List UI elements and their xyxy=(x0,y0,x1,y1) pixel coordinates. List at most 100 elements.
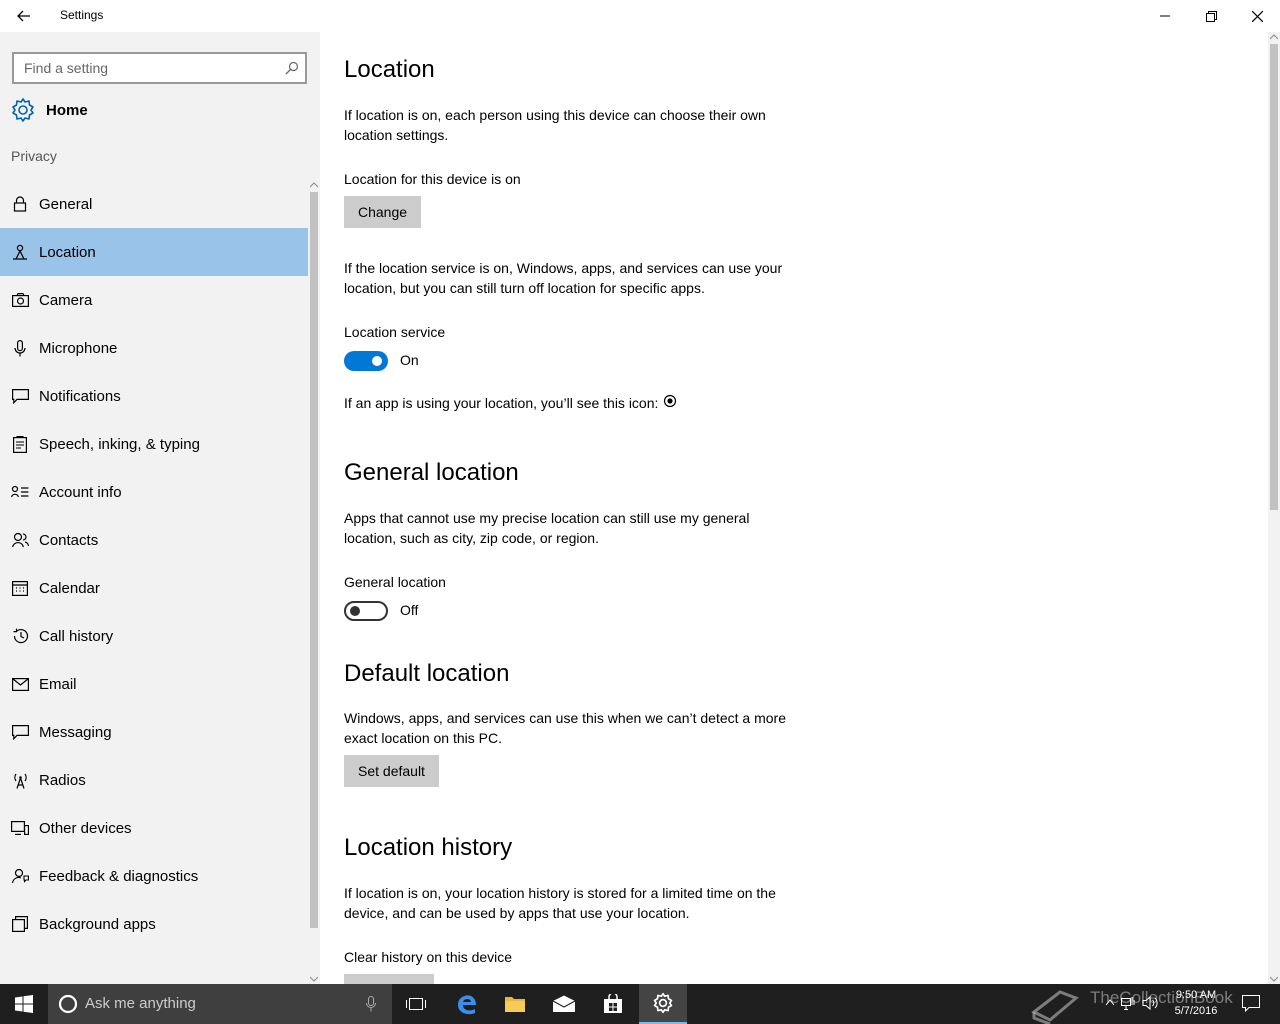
general-location-state: Off xyxy=(400,602,419,618)
sidebar-item-radios[interactable]: Radios xyxy=(0,756,308,804)
settings-taskbar-button[interactable] xyxy=(639,984,687,1024)
settings-window: Settings Find a setting Home Privacy Gen… xyxy=(0,0,1280,984)
sidebar-item-contacts[interactable]: Contacts xyxy=(0,516,308,564)
network-icon[interactable] xyxy=(1120,995,1136,1011)
sidebar-item-call-history[interactable]: Call history xyxy=(0,612,308,660)
location-in-use-icon xyxy=(664,394,677,408)
location-heading: Location xyxy=(344,56,435,83)
windows-logo-icon xyxy=(15,995,33,1013)
cortana-search-box[interactable]: Ask me anything xyxy=(48,984,392,1024)
sidebar-item-notifications[interactable]: Notifications xyxy=(0,372,308,420)
sidebar-item-account-info[interactable]: Account info xyxy=(0,468,308,516)
window-title: Settings xyxy=(60,8,104,22)
file-explorer-button[interactable] xyxy=(491,984,539,1024)
store-icon xyxy=(604,994,622,1013)
notification-icon xyxy=(11,387,29,405)
sidebar-item-feedback[interactable]: Feedback & diagnostics xyxy=(0,852,308,900)
sidebar-item-label: Calendar xyxy=(39,579,100,597)
default-location-heading: Default location xyxy=(344,660,510,687)
general-location-label: General location xyxy=(344,574,446,590)
sidebar-item-microphone[interactable]: Microphone xyxy=(0,324,308,372)
sidebar-item-label: Feedback & diagnostics xyxy=(39,867,199,885)
clear-history-button[interactable] xyxy=(344,974,434,984)
start-button[interactable] xyxy=(0,984,48,1024)
sidebar-item-label: Contacts xyxy=(39,531,99,549)
task-view-button[interactable] xyxy=(392,984,440,1024)
search-placeholder: Find a setting xyxy=(24,60,109,76)
account-info-icon xyxy=(11,483,29,501)
radio-tower-icon xyxy=(11,771,29,789)
folder-icon xyxy=(505,997,525,1012)
microphone-icon[interactable] xyxy=(366,996,376,1012)
set-default-button[interactable]: Set default xyxy=(344,755,439,787)
cortana-placeholder: Ask me anything xyxy=(85,995,196,1012)
sidebar-item-label: Speech, inking, & typing xyxy=(39,435,200,453)
sidebar-item-camera[interactable]: Camera xyxy=(0,276,308,324)
clock-time: 9:50 AM xyxy=(1175,989,1217,1001)
change-button[interactable]: Change xyxy=(344,196,422,228)
minimize-button[interactable] xyxy=(1142,0,1188,32)
sidebar-item-label: Email xyxy=(39,675,77,693)
sidebar-item-label: Camera xyxy=(39,291,93,309)
messaging-icon xyxy=(11,723,29,741)
taskbar: Ask me anything TheCollectionBook 9:50 A… xyxy=(0,984,1280,1024)
sidebar-scroll-thumb[interactable] xyxy=(310,192,318,928)
action-center-icon[interactable] xyxy=(1242,995,1260,1012)
restore-icon xyxy=(1205,10,1217,22)
content-scrollbar[interactable] xyxy=(1268,32,1280,984)
chevron-up-icon[interactable] xyxy=(1105,998,1115,1006)
search-icon xyxy=(285,61,299,75)
general-location-toggle[interactable] xyxy=(344,601,388,621)
mail-button[interactable] xyxy=(540,984,588,1024)
scroll-down-icon xyxy=(1270,976,1278,982)
gear-icon xyxy=(653,992,673,1014)
close-icon xyxy=(1251,10,1263,22)
sidebar-item-messaging[interactable]: Messaging xyxy=(0,708,308,756)
sidebar-item-calendar[interactable]: Calendar xyxy=(0,564,308,612)
content-scroll-thumb[interactable] xyxy=(1270,44,1278,510)
privacy-nav-list: General Location Camera Microphone Notif… xyxy=(0,180,308,948)
background-apps-icon xyxy=(11,915,29,933)
sidebar-item-label: Radios xyxy=(39,771,86,789)
sidebar-item-label: Location xyxy=(39,243,96,261)
toggle-knob xyxy=(350,606,360,616)
clock-date: 5/7/2016 xyxy=(1174,1005,1218,1017)
title-bar: Settings xyxy=(0,0,1280,32)
sidebar-item-other-devices[interactable]: Other devices xyxy=(0,804,308,852)
edge-button[interactable] xyxy=(443,984,491,1024)
location-person-icon xyxy=(11,243,29,261)
location-service-state: On xyxy=(400,352,419,368)
back-button[interactable] xyxy=(8,2,40,30)
edge-icon xyxy=(458,995,476,1015)
close-button[interactable] xyxy=(1234,0,1280,32)
sidebar-item-general[interactable]: General xyxy=(0,180,308,228)
scroll-down-icon xyxy=(310,976,318,982)
sidebar-item-speech[interactable]: Speech, inking, & typing xyxy=(0,420,308,468)
scroll-up-icon xyxy=(310,182,318,188)
sidebar-item-email[interactable]: Email xyxy=(0,660,308,708)
back-arrow-icon xyxy=(17,10,30,22)
contacts-icon xyxy=(11,531,29,549)
home-link[interactable]: Home xyxy=(10,96,88,124)
location-service-toggle[interactable] xyxy=(344,351,388,371)
location-service-label: Location service xyxy=(344,324,446,340)
clock[interactable]: 9:50 AM 5/7/2016 xyxy=(1166,987,1226,1019)
sidebar-scrollbar[interactable] xyxy=(308,180,320,984)
volume-icon[interactable] xyxy=(1142,995,1160,1011)
devices-icon xyxy=(11,819,29,837)
minimize-icon xyxy=(1160,15,1170,17)
sidebar-item-label: Notifications xyxy=(39,387,121,405)
general-location-heading: General location xyxy=(344,459,519,486)
gear-icon xyxy=(12,98,34,122)
restore-button[interactable] xyxy=(1188,0,1234,32)
find-setting-search[interactable]: Find a setting xyxy=(12,52,307,84)
sidebar-item-label: Account info xyxy=(39,483,122,501)
feedback-icon xyxy=(11,867,29,885)
sidebar-item-background-apps[interactable]: Background apps xyxy=(0,900,308,948)
store-button[interactable] xyxy=(589,984,637,1024)
location-service-description: If the location service is on, Windows, … xyxy=(344,260,783,296)
sidebar-item-label: Microphone xyxy=(39,339,118,357)
location-icon-note: If an app is using your location, you’ll… xyxy=(344,393,677,413)
sidebar-item-location[interactable]: Location xyxy=(0,228,308,276)
history-icon xyxy=(11,627,29,645)
